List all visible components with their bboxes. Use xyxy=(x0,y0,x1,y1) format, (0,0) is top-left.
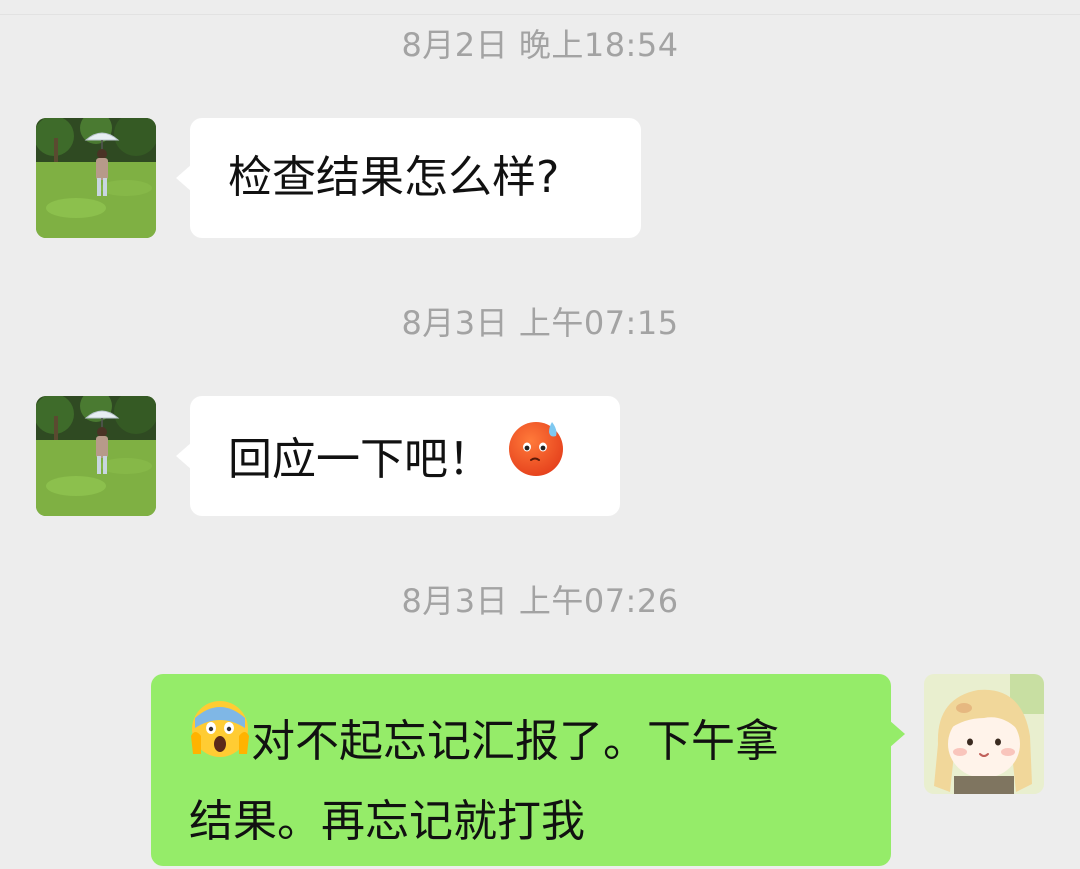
message-text: 回应一下吧！ xyxy=(228,434,492,485)
message-text-line-2: 结果。再忘记就打我 xyxy=(189,796,585,847)
top-divider xyxy=(0,14,1080,15)
screaming-face-icon xyxy=(189,698,251,782)
incoming-message-bubble[interactable]: 回应一下吧！ xyxy=(176,396,620,516)
outgoing-message-bubble[interactable]: 对不起忘记汇报了。下午拿 结果。再忘记就打我 xyxy=(151,674,905,866)
timestamp: 8月3日 上午07:26 xyxy=(401,582,679,620)
incoming-message-bubble[interactable]: 检查结果怎么样? xyxy=(176,118,641,238)
cartoon-girl-avatar-icon xyxy=(924,674,1044,794)
bubble-tail xyxy=(176,442,192,470)
contact-avatar[interactable] xyxy=(36,396,156,516)
contact-avatar-photo xyxy=(36,118,156,238)
bubble-tail xyxy=(176,164,192,192)
timestamp: 8月2日 晚上18:54 xyxy=(401,26,679,64)
contact-avatar-photo xyxy=(36,396,156,516)
timestamp: 8月3日 上午07:15 xyxy=(401,304,679,342)
message-text-line-1: 对不起忘记汇报了。下午拿 xyxy=(251,716,779,767)
bubble-tail xyxy=(889,720,905,748)
contact-avatar[interactable] xyxy=(36,118,156,238)
message-text: 检查结果怎么样? xyxy=(228,152,560,203)
self-avatar[interactable] xyxy=(924,674,1044,794)
sweating-angry-face-icon xyxy=(506,416,568,500)
